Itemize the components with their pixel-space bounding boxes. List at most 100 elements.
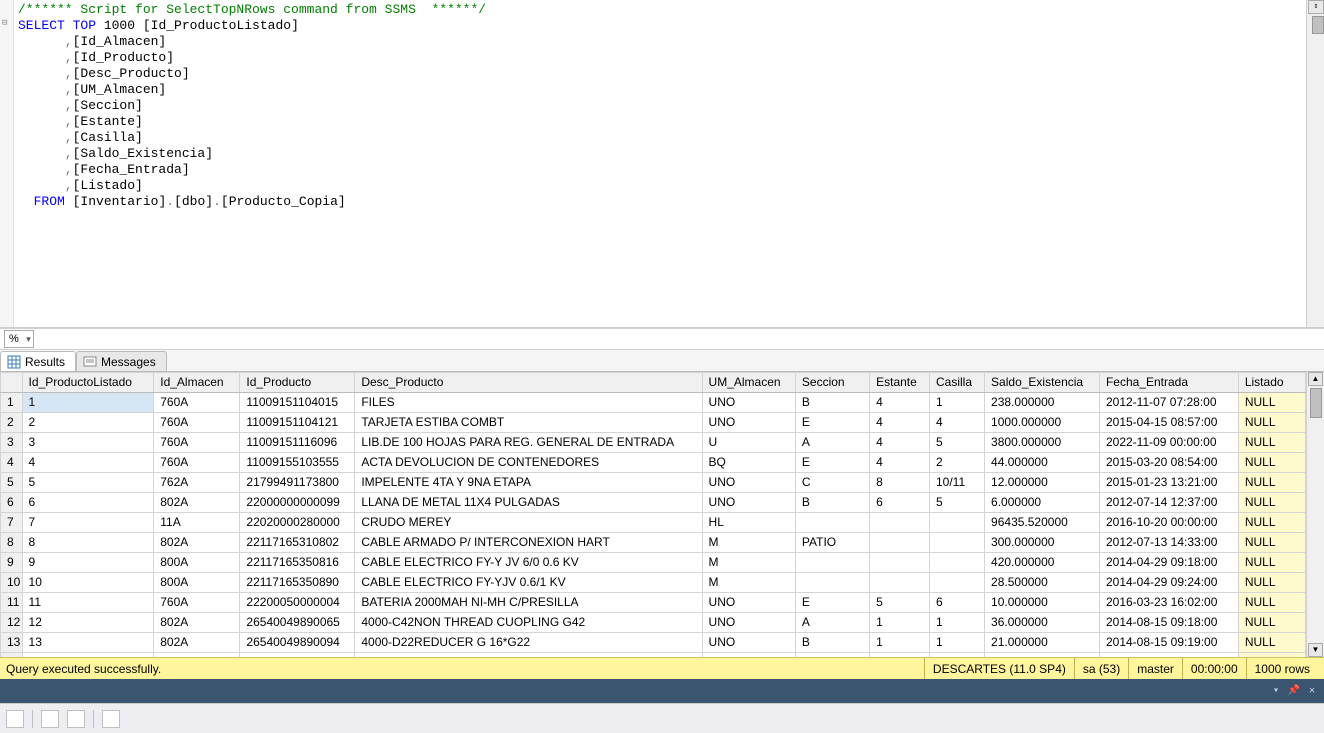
table-row[interactable]: 1111760A22200050000004BATERIA 2000MAH NI… [1,593,1306,613]
column-header[interactable]: Id_Producto [240,373,355,393]
scroll-split-icon[interactable]: ⇕ [1308,0,1324,14]
grid-cell[interactable]: 2014-08-15 09:19:00 [1099,633,1238,653]
column-header[interactable]: Casilla [929,373,984,393]
grid-cell[interactable]: E [795,453,869,473]
grid-cell[interactable]: 5 [929,493,984,513]
grid-cell[interactable]: 1 [22,393,154,413]
grid-cell[interactable]: B [795,633,869,653]
grid-cell[interactable]: 1000.000000 [985,413,1100,433]
grid-cell[interactable]: 22117165350816 [240,553,355,573]
grid-cell[interactable]: CABLE ARMADO P/ INTERCONEXION HART [355,533,702,553]
row-number-cell[interactable]: 3 [1,433,23,453]
grid-cell[interactable]: 1 [929,633,984,653]
column-header[interactable]: UM_Almacen [702,373,795,393]
grid-cell[interactable]: A [795,433,869,453]
row-number-cell[interactable]: 12 [1,613,23,633]
grid-cell[interactable]: 2016-10-20 00:00:00 [1099,513,1238,533]
grid-cell[interactable]: IMPELENTE 4TA Y 9NA ETAPA [355,473,702,493]
grid-cell[interactable]: 5 [870,593,930,613]
grid-cell[interactable]: CABLE ELECTRICO FY-YJV 0.6/1 KV [355,573,702,593]
grid-cell[interactable] [795,553,869,573]
scrollbar-thumb[interactable] [1310,388,1322,418]
column-header[interactable]: Listado [1238,373,1305,393]
grid-cell[interactable]: C [795,473,869,493]
grid-cell[interactable]: FILES [355,393,702,413]
grid-cell[interactable]: UNO [702,633,795,653]
grid-cell[interactable]: TARJETA ESTIBA COMBT [355,413,702,433]
grid-cell[interactable]: 5 [929,433,984,453]
toolbar-btn-4[interactable] [102,710,120,728]
grid-cell[interactable]: 21.000000 [985,633,1100,653]
grid-cell[interactable]: 760A [154,593,240,613]
grid-cell[interactable]: 2016-03-23 16:02:00 [1099,593,1238,613]
grid-cell[interactable]: M [702,533,795,553]
grid-cell[interactable]: 802A [154,633,240,653]
grid-cell[interactable]: 800A [154,573,240,593]
grid-cell[interactable]: 10/11 [929,473,984,493]
grid-cell[interactable]: NULL [1238,513,1305,533]
grid-cell[interactable]: 3800.000000 [985,433,1100,453]
pin-icon[interactable]: 📌 [1286,684,1302,698]
grid-cell[interactable] [795,573,869,593]
grid-cell[interactable]: 762A [154,473,240,493]
grid-cell[interactable]: 2 [22,413,154,433]
grid-cell[interactable]: E [795,593,869,613]
tab-messages[interactable]: Messages [76,351,167,371]
row-number-cell[interactable]: 2 [1,413,23,433]
grid-cell[interactable]: 2014-04-29 09:24:00 [1099,573,1238,593]
grid-cell[interactable]: 2015-03-20 08:54:00 [1099,453,1238,473]
grid-cell[interactable]: 760A [154,433,240,453]
grid-cell[interactable]: 8 [870,473,930,493]
grid-cell[interactable]: 4000-C42NON THREAD CUOPLING G42 [355,613,702,633]
grid-cell[interactable]: NULL [1238,613,1305,633]
grid-cell[interactable]: NULL [1238,553,1305,573]
grid-cell[interactable]: NULL [1238,393,1305,413]
grid-cell[interactable]: E [795,413,869,433]
window-menu-icon[interactable]: ▾ [1268,684,1284,698]
zoom-dropdown[interactable]: % [4,330,34,348]
grid-cell[interactable]: 4 [870,413,930,433]
grid-cell[interactable]: 10.000000 [985,593,1100,613]
grid-cell[interactable]: 802A [154,613,240,633]
grid-cell[interactable]: 11009151116096 [240,433,355,453]
grid-cell[interactable]: CABLE ELECTRICO FY-Y JV 6/0 0.6 KV [355,553,702,573]
column-header[interactable]: Estante [870,373,930,393]
grid-cell[interactable]: M [702,573,795,593]
grid-cell[interactable]: U [702,433,795,453]
grid-cell[interactable]: 26540049890094 [240,633,355,653]
row-number-cell[interactable]: 5 [1,473,23,493]
grid-cell[interactable]: 2022-11-09 00:00:00 [1099,433,1238,453]
grid-cell[interactable]: 9 [22,553,154,573]
editor-vertical-scrollbar[interactable]: ⇕ [1306,0,1324,327]
toolbar-btn-2[interactable] [41,710,59,728]
grid-cell[interactable]: 5 [22,473,154,493]
grid-cell[interactable]: 2015-04-15 08:57:00 [1099,413,1238,433]
grid-cell[interactable]: 13 [22,633,154,653]
row-number-cell[interactable]: 10 [1,573,23,593]
grid-cell[interactable]: 11009151104015 [240,393,355,413]
grid-cell[interactable]: NULL [1238,433,1305,453]
row-number-cell[interactable]: 6 [1,493,23,513]
grid-cell[interactable]: B [795,493,869,513]
grid-cell[interactable]: 22020000280000 [240,513,355,533]
table-row[interactable]: 88802A22117165310802CABLE ARMADO P/ INTE… [1,533,1306,553]
grid-cell[interactable]: ACTA DEVOLUCION DE CONTENEDORES [355,453,702,473]
grid-cell[interactable]: UNO [702,593,795,613]
grid-cell[interactable]: NULL [1238,533,1305,553]
table-row[interactable]: 1212802A265400498900654000-C42NON THREAD… [1,613,1306,633]
grid-cell[interactable]: UNO [702,393,795,413]
grid-cell[interactable]: 2014-04-29 09:18:00 [1099,553,1238,573]
grid-cell[interactable]: 2012-07-13 14:33:00 [1099,533,1238,553]
grid-cell[interactable]: 2012-11-07 07:28:00 [1099,393,1238,413]
grid-cell[interactable] [870,513,930,533]
grid-cell[interactable]: 21799491173800 [240,473,355,493]
grid-cell[interactable]: 44.000000 [985,453,1100,473]
grid-cell[interactable]: 2015-01-23 13:21:00 [1099,473,1238,493]
grid-cell[interactable]: 28.500000 [985,573,1100,593]
grid-cell[interactable]: 4 [870,453,930,473]
grid-cell[interactable]: 2014-08-15 09:18:00 [1099,613,1238,633]
column-header[interactable]: Desc_Producto [355,373,702,393]
grid-cell[interactable]: 12.000000 [985,473,1100,493]
grid-cell[interactable]: 6.000000 [985,493,1100,513]
grid-cell[interactable] [795,513,869,533]
